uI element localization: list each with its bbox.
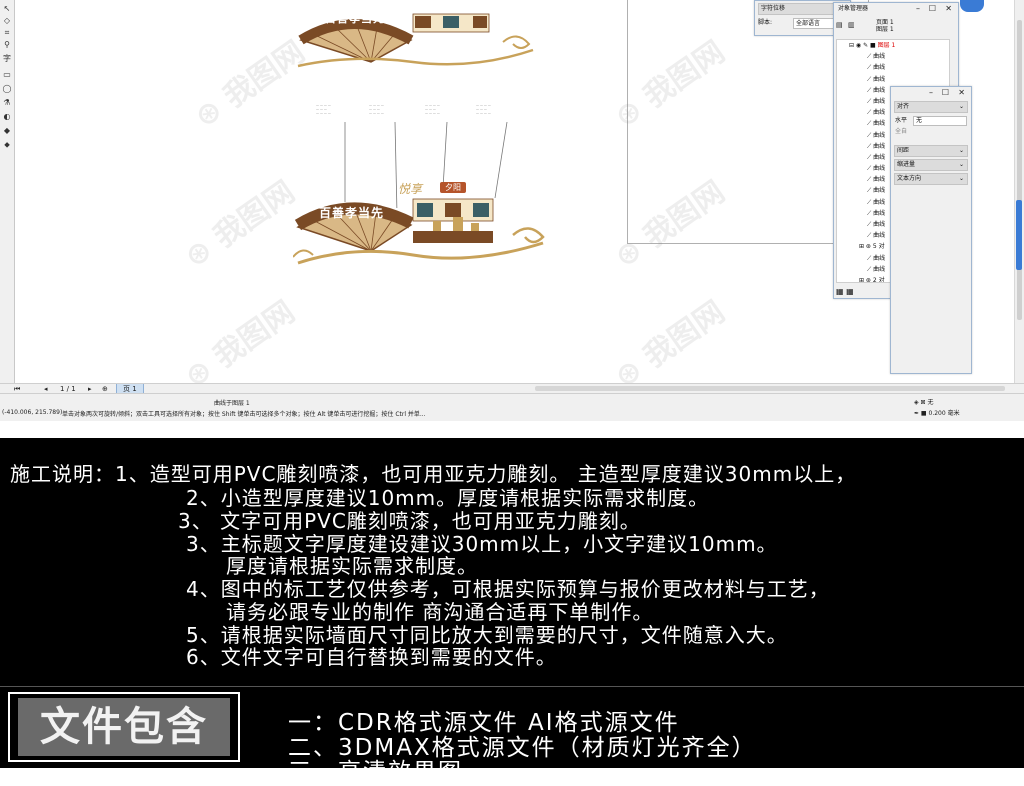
design-badge: 夕阳 (440, 182, 466, 193)
om-page-info: 页面 1 图层 1 (876, 19, 894, 33)
watermark: ⊛ 我图网 (178, 294, 302, 385)
chevron-down-icon: ⌄ (958, 175, 964, 182)
script-label: 脚本: (758, 19, 773, 26)
minimize-icon[interactable]: – (916, 3, 920, 15)
rectangle-icon[interactable]: ▭ (2, 70, 12, 80)
next-page-icon[interactable]: ▸ (88, 385, 92, 393)
chevron-down-icon: ⌄ (958, 147, 964, 154)
minimize-icon[interactable]: – (929, 87, 933, 99)
ellipse-icon[interactable]: ◯ (2, 84, 12, 94)
toolbox: ↖ ◇ ⌗ ⚲ 字 ▭ ◯ ⚗ ◐ ◆ ⬥ (0, 0, 15, 385)
fill-icon: ◈ ⊠ (914, 399, 928, 406)
add-page-icon[interactable]: ⊕ (102, 385, 108, 393)
watermark: ⊛ 我图网 (188, 34, 312, 136)
vertical-scrollbar[interactable] (1014, 0, 1024, 385)
design-main (293, 198, 545, 265)
tree-row[interactable]: ⟋ 曲线 (837, 74, 949, 85)
scroll-thumb[interactable] (1017, 20, 1022, 320)
horizontal-scrollbar[interactable] (535, 386, 1005, 391)
delete-icon[interactable]: ▦ (846, 287, 854, 296)
crop-icon[interactable]: ⌗ (2, 28, 12, 38)
close-icon[interactable]: ✕ (958, 87, 965, 99)
prev-page-icon[interactable]: ◂ (44, 385, 48, 393)
page-counter: 1 / 1 (60, 385, 76, 393)
object-info: 曲线于图层 1 (214, 400, 250, 407)
char-section-label: 字符位移 (761, 5, 786, 12)
object-manager-title: 对象管理器 (838, 5, 869, 12)
design-top-title: 百善孝当先 (325, 12, 385, 25)
blue-tab-icon[interactable] (960, 0, 984, 12)
package-title: 文件包含 (40, 704, 208, 750)
zoom-icon[interactable]: ⚲ (2, 40, 12, 50)
layer-icon[interactable]: ▥ (848, 21, 855, 29)
tree-layer-row[interactable]: ⊟ ◉ ✎ ■ 图层 1 (837, 40, 949, 51)
design-side-title: 悦享 (398, 182, 423, 196)
maximize-icon[interactable]: ☐ (929, 3, 936, 15)
eyedropper-icon[interactable]: ⚗ (2, 98, 12, 108)
page-label: 页面 1 (876, 19, 894, 26)
horizontal-select[interactable]: 无 (913, 116, 967, 126)
om-footer: ▦ ▦ (836, 287, 854, 296)
outline-indicator: ✒ ■ 0.200 毫米 (914, 410, 960, 417)
align-option[interactable]: 全自 (891, 126, 971, 137)
package-line: 三、高清效果图 (288, 759, 463, 785)
status-bar: 曲线于图层 1 (-410.006, 215.789) 单击对象两次可旋转/倾斜… (0, 393, 1024, 421)
watermark: ⊛ 我图网 (178, 174, 302, 276)
status-hint: 单击对象两次可旋转/倾斜；双击工具可选择所有对象；按住 Shift 键单击可选择… (62, 411, 426, 418)
watermark: ⊛ 我图网 (608, 294, 732, 385)
indent-section[interactable]: 缩进量 ⌄ (894, 159, 968, 171)
spacing-section[interactable]: 间距 ⌄ (894, 145, 968, 157)
note-line: 6、文件文字可自行替换到需要的文件。 (186, 645, 557, 669)
horizontal-label: 水平 (895, 117, 908, 124)
close-icon[interactable]: ✕ (945, 3, 952, 15)
chevron-down-icon: ⌄ (958, 103, 964, 110)
divider (0, 686, 1024, 687)
interactive-fill-icon[interactable]: ⬥ (2, 140, 12, 150)
text-direction-section[interactable]: 文本方向 ⌄ (894, 173, 968, 185)
align-titlebar: – ☐ ✕ (891, 87, 971, 99)
layers-icon[interactable]: ▤ (836, 21, 843, 29)
outline-icon: ✒ ■ (914, 410, 929, 417)
object-manager-titlebar: 对象管理器 – ☐ ✕ (834, 3, 958, 15)
tree-row[interactable]: ⟋ 曲线 (837, 51, 949, 62)
om-toolbar: ▤ ▥ (834, 17, 872, 35)
align-section-label: 对齐 (897, 103, 910, 110)
chevron-down-icon: ⌄ (958, 161, 964, 168)
pick-icon[interactable]: ↖ (2, 4, 12, 14)
align-section[interactable]: 对齐 ⌄ (894, 101, 968, 113)
active-layer-name: 图层 1 (877, 42, 896, 49)
shape-icon[interactable]: ◇ (2, 16, 12, 26)
blend-icon[interactable]: ◐ (2, 112, 12, 122)
fill-indicator: ◈ ⊠ 无 (914, 399, 934, 406)
text-icon[interactable]: 字 (2, 54, 12, 64)
fill-icon[interactable]: ◆ (2, 126, 12, 136)
color-palette-strip[interactable] (1016, 200, 1022, 270)
align-docker: – ☐ ✕ 对齐 ⌄ 水平 无 全自 间距 ⌄ 缩进量 ⌄ 文本方向 ⌄ (890, 86, 972, 374)
layer-label: 图层 1 (876, 26, 894, 33)
maximize-icon[interactable]: ☐ (942, 87, 949, 99)
design-main-title: 百善孝当先 (319, 206, 385, 220)
tree-row[interactable]: ⟋ 曲线 (837, 62, 949, 73)
cursor-coordinates: (-410.006, 215.789) (2, 409, 63, 416)
new-layer-icon[interactable]: ▦ (836, 287, 844, 296)
